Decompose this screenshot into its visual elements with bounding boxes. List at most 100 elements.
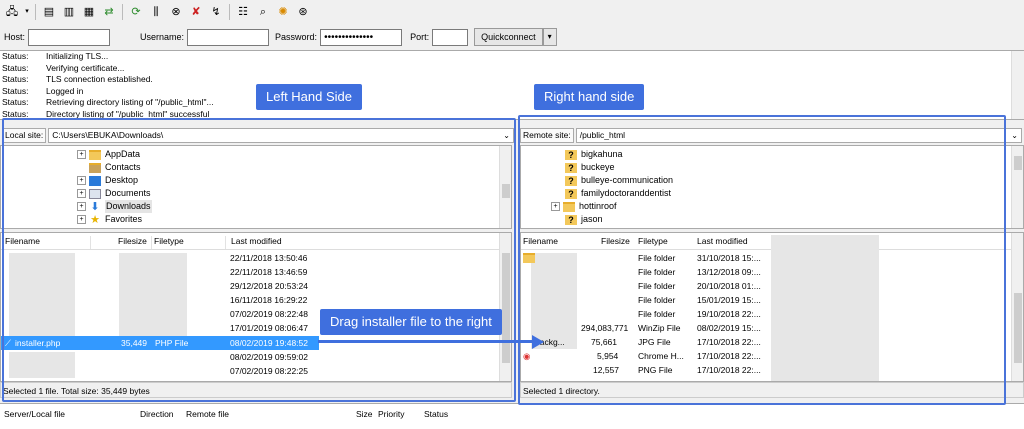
dropdown-arrow-icon[interactable]: ▾ bbox=[24, 4, 30, 20]
list-item[interactable]: 16/11/2018 16:29:22 bbox=[1, 293, 511, 307]
refresh-icon[interactable]: ⟳ bbox=[128, 4, 144, 20]
host-input[interactable] bbox=[28, 28, 111, 46]
quickconnect-button[interactable]: Quickconnect bbox=[474, 28, 543, 46]
tree-item-remote[interactable]: + hottinroof bbox=[551, 200, 617, 213]
left-side-label: Left Hand Side bbox=[256, 84, 363, 110]
list-item[interactable]: 29/12/2018 20:53:24 bbox=[1, 279, 511, 293]
expand-icon[interactable]: + bbox=[77, 189, 86, 198]
table-row[interactable]: File folder 31/10/2018 15:... bbox=[521, 251, 1023, 265]
toolbar-separator bbox=[35, 4, 36, 20]
queue-column-remote-file[interactable]: Remote file bbox=[186, 409, 229, 419]
list-item[interactable]: 08/02/2019 09:59:02 bbox=[1, 350, 511, 364]
tree-item-remote[interactable]: ? buckeye bbox=[565, 161, 615, 174]
tree-item-remote[interactable]: ? bigkahuna bbox=[565, 148, 623, 161]
queue-column-size[interactable]: Size bbox=[356, 409, 373, 419]
toggle-remote-tree-icon[interactable]: ▦ bbox=[81, 4, 97, 20]
username-input[interactable] bbox=[187, 28, 270, 46]
compare-icon[interactable]: ✺ bbox=[275, 4, 291, 20]
folder-icon bbox=[563, 201, 575, 212]
toggle-log-icon[interactable]: ▤ bbox=[41, 4, 57, 20]
quickconnect-dropdown[interactable]: ▾ bbox=[542, 28, 557, 46]
column-divider[interactable] bbox=[90, 236, 91, 249]
log-scrollbar[interactable] bbox=[1011, 51, 1024, 119]
reconnect-icon[interactable]: ↯ bbox=[208, 4, 224, 20]
port-input[interactable] bbox=[432, 28, 469, 46]
queue-column-direction[interactable]: Direction bbox=[140, 409, 174, 419]
table-row[interactable]: backg... 75,661 JPG File 17/10/2018 22:... bbox=[521, 335, 1023, 349]
table-row[interactable]: File folder 20/10/2018 01:... bbox=[521, 279, 1023, 293]
column-divider[interactable] bbox=[225, 236, 226, 249]
queue-column-server-local-file[interactable]: Server/Local file bbox=[4, 409, 65, 419]
toolbar-separator bbox=[122, 4, 123, 20]
remote-list-scrollbar[interactable] bbox=[1011, 233, 1023, 381]
tree-item-appdata[interactable]: + AppData bbox=[77, 148, 140, 161]
host-label: Host: bbox=[4, 32, 26, 42]
column-last-modified[interactable]: Last modified bbox=[697, 236, 748, 246]
scrollbar-thumb[interactable] bbox=[1014, 293, 1022, 363]
quickconnect-bar: Host: Username: Password: ••••••••••••••… bbox=[0, 26, 1024, 48]
tree-item-remote[interactable]: ? familydoctoranddentist bbox=[565, 187, 671, 200]
toolbar-separator bbox=[229, 4, 230, 20]
scrollbar-thumb[interactable] bbox=[1014, 156, 1022, 170]
tree-item-documents[interactable]: + Documents bbox=[77, 187, 151, 200]
tree-item-downloads[interactable]: + ⬇ Downloads bbox=[77, 200, 152, 213]
tree-item-remote[interactable]: ? jason bbox=[565, 213, 603, 226]
scrollbar-thumb[interactable] bbox=[502, 253, 510, 363]
cancel-icon[interactable]: ⊗ bbox=[168, 4, 184, 20]
chevron-down-icon[interactable]: ⌄ bbox=[503, 129, 510, 142]
scrollbar-thumb[interactable] bbox=[502, 184, 510, 198]
queue-column-priority[interactable]: Priority bbox=[378, 409, 404, 419]
toggle-local-tree-icon[interactable]: ▥ bbox=[61, 4, 77, 20]
downloads-icon: ⬇ bbox=[90, 200, 100, 213]
username-label: Username: bbox=[140, 32, 185, 42]
remote-path-text: /public_html bbox=[579, 130, 626, 140]
table-row[interactable]: File folder 13/12/2018 09:... bbox=[521, 265, 1023, 279]
tree-item-remote[interactable]: ? bulleye-communication bbox=[565, 174, 673, 187]
column-last-modified[interactable]: Last modified bbox=[231, 236, 282, 246]
list-item[interactable]: 22/11/2018 13:46:59 bbox=[1, 265, 511, 279]
expand-icon[interactable]: + bbox=[551, 202, 560, 211]
column-filename[interactable]: Filename bbox=[523, 236, 558, 246]
list-item[interactable]: 07/02/2019 08:22:25 bbox=[1, 364, 511, 378]
column-filesize[interactable]: Filesize bbox=[601, 236, 630, 246]
table-row[interactable]: File folder 15/01/2019 15:... bbox=[521, 293, 1023, 307]
tree-item-desktop[interactable]: + Desktop bbox=[77, 174, 138, 187]
column-filename[interactable]: Filename bbox=[5, 236, 40, 246]
expand-icon[interactable]: + bbox=[77, 176, 86, 185]
tree-item-contacts[interactable]: Contacts bbox=[77, 161, 141, 174]
table-row[interactable]: ◉ 5,954 Chrome H... 17/10/2018 22:... bbox=[521, 349, 1023, 363]
unknown-folder-icon: ? bbox=[565, 188, 577, 199]
site-manager-icon[interactable]: 🖧 bbox=[4, 4, 20, 20]
local-list-scrollbar[interactable] bbox=[499, 233, 511, 381]
drag-arrow-head-icon bbox=[532, 335, 544, 349]
message-log: Status: Initializing TLS... Status: Verify… bbox=[0, 50, 1024, 120]
queue-column-status[interactable]: Status bbox=[424, 409, 448, 419]
contacts-icon bbox=[89, 162, 101, 173]
column-filetype[interactable]: Filetype bbox=[154, 236, 184, 246]
disconnect-icon[interactable]: ✘ bbox=[188, 4, 204, 20]
expand-icon[interactable]: + bbox=[77, 215, 86, 224]
find-icon[interactable]: ⊛ bbox=[295, 4, 311, 20]
column-filesize[interactable]: Filesize bbox=[118, 236, 147, 246]
table-row[interactable]: 12,557 PNG File 17/10/2018 22:... bbox=[521, 363, 1023, 377]
search-icon[interactable]: ⌕ bbox=[255, 4, 271, 20]
column-divider[interactable] bbox=[151, 236, 152, 249]
local-tree-scrollbar[interactable] bbox=[499, 146, 511, 228]
table-row-installer[interactable]: ⟋ installer.php 35,449 PHP File 08/02/20… bbox=[1, 336, 319, 350]
unknown-folder-icon: ? bbox=[565, 214, 577, 225]
local-path-input[interactable]: C:\Users\EBUKA\Downloads\ ⌄ bbox=[48, 128, 514, 143]
table-row[interactable]: File folder 19/10/2018 22:... bbox=[521, 307, 1023, 321]
remote-tree-scrollbar[interactable] bbox=[1011, 146, 1023, 228]
table-row[interactable]: 294,083,771 WinZip File 08/02/2019 15:... bbox=[521, 321, 1023, 335]
password-input[interactable]: •••••••••••••• bbox=[320, 28, 403, 46]
process-queue-icon[interactable]: ⫼ bbox=[148, 4, 164, 20]
expand-icon[interactable]: + bbox=[77, 150, 86, 159]
list-item[interactable]: 22/11/2018 13:50:46 bbox=[1, 251, 511, 265]
remote-path-input[interactable]: /public_html ⌄ bbox=[575, 128, 1022, 143]
transfer-queue-icon[interactable]: ⇄ bbox=[101, 4, 117, 20]
expand-icon[interactable]: + bbox=[77, 202, 86, 211]
column-filetype[interactable]: Filetype bbox=[638, 236, 668, 246]
tree-item-favorites[interactable]: + ★ Favorites bbox=[77, 213, 142, 226]
filter-icon[interactable]: ☷ bbox=[235, 4, 251, 20]
chevron-down-icon[interactable]: ⌄ bbox=[1011, 129, 1018, 142]
